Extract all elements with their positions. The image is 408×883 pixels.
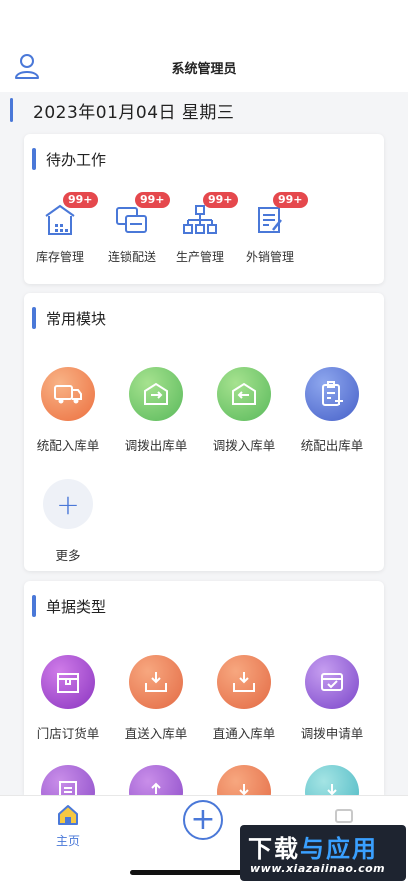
common-modules-title: 常用模块 [46,309,107,328]
home-icon [58,805,78,825]
doc-through-inbound[interactable]: 直通入库单 [200,655,288,742]
tray-down-icon[interactable] [305,765,359,795]
warehouse-out-icon [129,367,183,421]
module-unified-outbound[interactable]: 统配出库单 [288,367,376,454]
tab-home-label: 主页 [55,834,80,848]
pending-item-label: 生产管理 [175,250,224,264]
pending-item-label: 外销管理 [245,250,294,264]
section-accent-bar [32,148,36,170]
pending-item-label: 库存管理 [35,250,84,264]
truck-icon [41,367,95,421]
doc-label: 直通入库单 [212,726,276,741]
page-title: 系统管理员 [171,62,237,77]
pending-item-export-sales[interactable]: 99+ 外销管理 [230,192,310,265]
doc-store-order[interactable]: 门店订货单 [24,655,112,742]
common-modules-card: 常用模块 统配入库单 调拨出库单 调拨入库单 统配出库单 + 更多 [24,293,384,571]
watermark-url: www.xiazaiinao.com [250,862,386,875]
tray-down-icon [217,655,271,709]
doc-label: 调拨申请单 [300,726,364,741]
section-accent-bar [32,307,36,329]
add-button[interactable]: + [183,800,223,840]
document-types-title: 单据类型 [46,597,107,616]
module-label: 统配入库单 [36,438,100,453]
document-icon[interactable] [41,765,95,795]
module-transfer-outbound[interactable]: 调拨出库单 [112,367,200,454]
tab-home[interactable]: 主页 [44,804,92,849]
module-label: 调拨入库单 [212,438,276,453]
pending-work-header: 待办工作 [32,148,106,170]
doc-label: 直送入库单 [124,726,188,741]
module-transfer-inbound[interactable]: 调拨入库单 [200,367,288,454]
module-label: 调拨出库单 [124,438,188,453]
inbox-check-icon [305,655,359,709]
clipboard-add-icon [305,367,359,421]
doc-transfer-request[interactable]: 调拨申请单 [288,655,376,742]
doc-direct-inbound[interactable]: 直送入库单 [112,655,200,742]
document-types-header: 单据类型 [32,595,106,617]
doc-label: 门店订货单 [36,726,100,741]
module-more[interactable]: + 更多 [24,479,112,564]
current-date: 2023年01月04日 星期三 [33,102,235,123]
more-label: 更多 [55,548,81,563]
common-modules-header: 常用模块 [32,307,106,329]
warehouse-in-icon [217,367,271,421]
plus-icon: + [43,479,93,529]
module-unified-inbound[interactable]: 统配入库单 [24,367,112,454]
date-accent-bar [10,98,13,122]
document-types-card: 单据类型 门店订货单 直送入库单 直通入库单 调拨申请单 [24,581,384,795]
tray-up-icon[interactable] [129,765,183,795]
pending-item-inventory[interactable]: 99+ 库存管理 [20,192,100,265]
pending-count-badge: 99+ [273,192,308,208]
tray-down-icon[interactable] [217,765,271,795]
module-label: 统配出库单 [300,438,364,453]
date-row: 2023年01月04日 星期三 [10,97,234,123]
watermark-title: 下载与应用 [248,835,378,863]
pending-work-card: 待办工作 99+ 库存管理 99+ 连锁配送 99+ 生产管理 99+ 外销管理 [24,134,384,284]
app-header: 系统管理员 [0,0,408,92]
section-accent-bar [32,595,36,617]
box-icon [41,655,95,709]
tray-down-icon [129,655,183,709]
site-watermark: 下载与应用 www.xiazaiinao.com [240,825,406,881]
pending-item-production[interactable]: 99+ 生产管理 [160,192,240,265]
pending-work-title: 待办工作 [46,150,107,169]
